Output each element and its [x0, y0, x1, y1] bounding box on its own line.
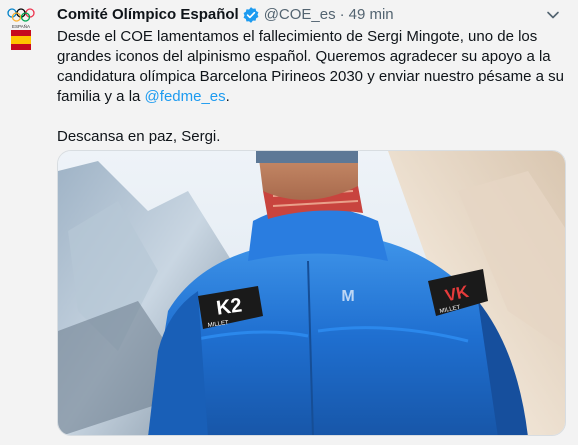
timestamp[interactable]: 49 min	[349, 6, 394, 24]
chevron-down-icon[interactable]	[542, 4, 564, 26]
handle[interactable]: @COE_es	[264, 6, 336, 24]
separator-dot: ·	[339, 6, 345, 23]
avatar-text: ESPAÑA	[12, 23, 30, 29]
tweet-paragraph-2: Descansa en paz, Sergi.	[57, 128, 221, 145]
tweet-text: Desde el COE lamentamos el fallecimiento…	[57, 27, 567, 147]
avatar[interactable]: ESPAÑA	[6, 6, 40, 52]
tweet-card[interactable]: ESPAÑA Comité Olímpico Español @COE_es ·…	[0, 0, 578, 445]
verified-badge-icon	[242, 6, 260, 24]
chest-logo: M	[341, 288, 354, 305]
display-name[interactable]: Comité Olímpico Español	[57, 6, 239, 24]
tweet-photo[interactable]: K2 MILLET VK MILLET M	[57, 150, 566, 436]
patch-left-text: K2	[215, 294, 243, 319]
tweet-text-main: Desde el COE lamentamos el fallecimiento…	[57, 28, 564, 105]
tweet-text-end: .	[225, 88, 230, 105]
tweet-paragraph-1: Desde el COE lamentamos el fallecimiento…	[57, 27, 567, 107]
tweet-header: Comité Olímpico Español @COE_es · 49 min	[57, 6, 394, 24]
mention-link[interactable]: @fedme_es	[145, 88, 226, 105]
